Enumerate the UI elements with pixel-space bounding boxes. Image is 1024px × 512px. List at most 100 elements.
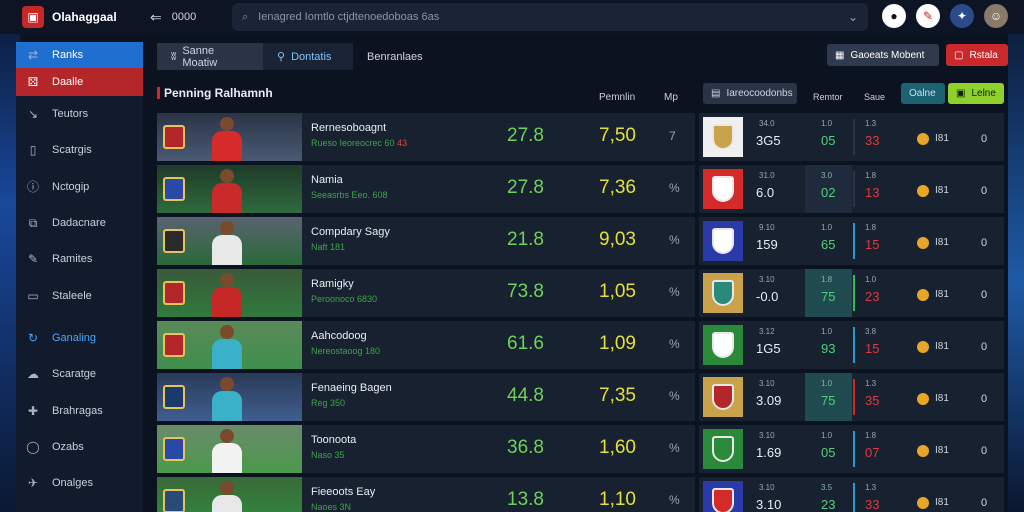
sidebar-item-dadacnare[interactable]: ⧉ Dadacnare <box>16 205 143 241</box>
stats-row[interactable]: 9.10 159 1.0 65 1.8 15 I81 0 <box>699 217 1004 265</box>
record-icon[interactable]: ● <box>882 4 906 28</box>
market-button[interactable]: ▦ Gaoeats Mobent <box>827 44 939 66</box>
stat-mid-cell: 3.0 02 <box>805 165 852 213</box>
sidebar-item-ozabs[interactable]: ◯ Ozabs <box>16 429 143 465</box>
row-flag[interactable]: % <box>669 493 680 507</box>
player-sub-text: Reg 350 <box>311 398 346 408</box>
back-control[interactable]: ⇐ 0000 <box>150 9 230 26</box>
club-crest-icon <box>163 125 185 149</box>
sidebar-item-daalle[interactable]: ⚄ Daalle <box>16 68 143 96</box>
pin-icon: ⚲ <box>277 51 286 63</box>
team-shield-icon <box>703 429 743 469</box>
tab-dontatis[interactable]: ⚲ Dontatis <box>263 43 353 70</box>
stat-count: I81 <box>935 393 949 404</box>
stats-row[interactable]: 34.0 3G5 1.0 05 1.3 33 I81 0 <box>699 113 1004 161</box>
table-row[interactable]: Namia Seeasrbs Eeo. 608 27.8 7,36 % <box>157 165 695 213</box>
sidebar-item-teutors[interactable]: ↘ Teutors <box>16 96 143 132</box>
stat-zero: 0 <box>981 289 988 301</box>
sidebar-item-ramites[interactable]: ✎ Ramites <box>16 241 143 277</box>
stat-count: I81 <box>935 497 949 508</box>
player-thumbnail <box>157 165 302 213</box>
tab-benranlaes[interactable]: Benranlaes <box>353 43 443 70</box>
search-icon: ⌕ <box>242 10 249 23</box>
pen-icon[interactable]: ✎ <box>916 4 940 28</box>
sidebar-item-scaratge[interactable]: ☁ Scaratge <box>16 356 143 392</box>
sidebar-item-ganaling[interactable]: ↻ Ganaling <box>16 320 143 356</box>
mid-value: 75 <box>821 289 836 304</box>
red-small: 1.3 <box>865 379 877 388</box>
coin-icon <box>917 237 929 249</box>
stats-row[interactable]: 31.0 6.0 3.0 02 1.8 13 I81 0 <box>699 165 1004 213</box>
table-row[interactable]: Ramigky Peroonoco 6830 73.8 1,05 % <box>157 269 695 317</box>
sidebar-item-onalges[interactable]: ✈ Onalges <box>16 465 143 501</box>
app-logo[interactable]: ▣ Olahaggaal <box>0 6 150 28</box>
red-small: 1.0 <box>865 275 877 284</box>
status-divider <box>853 327 855 363</box>
row-flag[interactable]: % <box>669 441 680 455</box>
shield-emblem <box>712 436 734 462</box>
player-sub-flag: 43 <box>397 138 408 148</box>
tab-sanne-moatiw[interactable]: ʬ Sanne Moatiw <box>157 43 263 70</box>
sidebar-item-label: Teutors <box>52 108 89 121</box>
sidebar-item-ranks[interactable]: ⇄ Ranks <box>16 42 143 68</box>
stats-row[interactable]: 3.10 -0.0 1.8 75 1.0 23 I81 0 <box>699 269 1004 317</box>
rank-button[interactable]: ▢ Rstala <box>946 44 1008 66</box>
coin-icon <box>917 341 929 353</box>
coin-icon <box>917 133 929 145</box>
chevron-down-icon[interactable]: ⌄ <box>848 10 858 24</box>
player-name: Fieeoots Eay <box>311 486 376 498</box>
player-name: Ramigky <box>311 278 354 290</box>
sidebar-item-label: Onalges <box>52 477 93 490</box>
mid-value: 23 <box>821 497 836 512</box>
stats-row[interactable]: 3.10 1.69 1.0 05 1.8 07 I81 0 <box>699 425 1004 473</box>
search-input[interactable]: Ienagred Iomtlo ctjdtenoedoboas 6as <box>258 11 838 23</box>
red-small: 1.8 <box>865 171 877 180</box>
table-row[interactable]: Rernesoboagnt Rueso Ieoreocrec 60 43 27.… <box>157 113 695 161</box>
mid-value: 02 <box>821 185 836 200</box>
online-button[interactable]: Oalne <box>901 83 945 104</box>
tab-label: Dontatis <box>291 50 332 63</box>
stat-value: 3.09 <box>756 393 782 408</box>
odds-value: 7,36 <box>599 177 636 198</box>
panel-title: Penning Ralhamnh <box>157 86 273 100</box>
table-row[interactable]: Fieeoots Eay Naoes 3N 13.8 1,10 % <box>157 477 695 512</box>
sidebar-item-staleele[interactable]: ▭ Staleele <box>16 277 143 313</box>
stats-row[interactable]: 3.10 3.10 3.5 23 1.3 33 I81 0 <box>699 477 1004 512</box>
row-flag[interactable]: 7 <box>669 129 676 143</box>
stats-row[interactable]: 3.12 1G5 1.0 93 3.8 15 I81 0 <box>699 321 1004 369</box>
rating-value: 44.8 <box>507 385 544 406</box>
sidebar-item-scatrgis[interactable]: ▯ Scatrgis <box>16 132 143 168</box>
live-button[interactable]: ▣ Lelne <box>948 83 1004 104</box>
sidebar-item-brahragas[interactable]: ✚ Brahragas <box>16 392 143 428</box>
table-row[interactable]: Fenaeing Bagen Reg 350 44.8 7,35 % <box>157 373 695 421</box>
stat-count: I81 <box>935 237 949 248</box>
rating-value: 27.8 <box>507 125 544 146</box>
player-name: Compdary Sagy <box>311 226 390 238</box>
table-row[interactable]: Aahcodoog Nereostaoog 180 61.6 1,09 % <box>157 321 695 369</box>
row-flag[interactable]: % <box>669 233 680 247</box>
player-image <box>212 273 242 317</box>
live-button-label: Lelne <box>971 88 996 99</box>
stats-row[interactable]: 3.10 3.09 1.0 75 1.3 35 I81 0 <box>699 373 1004 421</box>
chat-icon: ▭ <box>27 288 39 303</box>
right-market-button[interactable]: ▤ Iareocoodonbs <box>703 83 797 104</box>
wave-icon: ʬ <box>171 50 177 63</box>
row-flag[interactable]: % <box>669 285 680 299</box>
search-bar[interactable]: ⌕ Ienagred Iomtlo ctjdtenoedoboas 6as ⌄ <box>232 3 868 31</box>
back-arrow-icon[interactable]: ⇐ <box>150 9 162 26</box>
sidebar-item-label: Ozabs <box>52 440 84 453</box>
coin-icon <box>917 445 929 457</box>
stat-small: 3.10 <box>759 483 775 492</box>
sidebar-item-nctogip[interactable]: ⓘ Nctogip <box>16 169 143 205</box>
table-row[interactable]: Toonoota Naso 35 36.8 1,60 % <box>157 425 695 473</box>
stat-zero: 0 <box>981 185 988 197</box>
refresh-icon: ↻ <box>27 330 39 345</box>
row-flag[interactable]: % <box>669 337 680 351</box>
avatar[interactable]: ☺ <box>984 4 1008 28</box>
shield-emblem <box>712 280 734 306</box>
profile-badge-icon[interactable]: ✦ <box>950 4 974 28</box>
row-flag[interactable]: % <box>669 181 680 195</box>
row-flag[interactable]: % <box>669 389 680 403</box>
player-image <box>212 429 242 473</box>
table-row[interactable]: Compdary Sagy Naft 181 21.8 9,03 % <box>157 217 695 265</box>
